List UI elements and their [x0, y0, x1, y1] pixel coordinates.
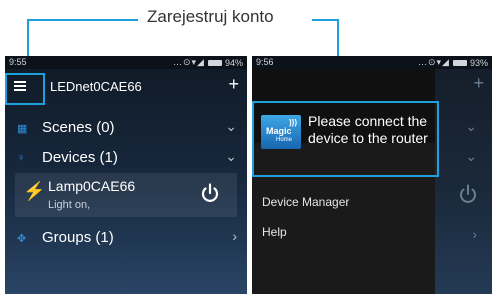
status-bar: 9:56 …⊙▾◢ 93%: [252, 56, 492, 69]
device-status: Light on,: [48, 199, 91, 211]
chevron-right-icon: ›: [232, 228, 237, 244]
chevron-down-icon: ⌄: [465, 148, 477, 164]
highlight-drawer-header: [252, 101, 439, 177]
callout-line: [27, 19, 138, 21]
status-icons: …⊙▾◢ 94%: [173, 57, 243, 68]
drawer-item-help[interactable]: Help: [262, 225, 287, 239]
devices-row[interactable]: ♀ Devices (1) ⌄: [5, 144, 247, 172]
power-icon[interactable]: [199, 182, 221, 204]
device-name: Lamp0CAE66: [48, 178, 136, 194]
status-time: 9:55: [9, 57, 27, 67]
chevron-down-icon: ⌄: [225, 118, 237, 134]
chevron-down-icon: ⌄: [225, 148, 237, 164]
signal-icon: …⊙▾◢: [418, 57, 450, 67]
battery-level: 94%: [224, 57, 243, 68]
add-icon[interactable]: +: [228, 74, 239, 95]
scenes-label: Scenes (0): [42, 119, 115, 136]
scenes-icon: ▦: [17, 123, 28, 135]
battery-icon: [207, 59, 222, 66]
add-icon[interactable]: +: [473, 73, 484, 94]
chevron-right-icon: ›: [472, 226, 477, 242]
callout-label: Zarejestruj konto: [147, 7, 274, 26]
callout-line: [312, 19, 339, 21]
lamp-icon: ⚡: [23, 181, 46, 201]
battery-level: 93%: [469, 57, 488, 68]
app-title: LEDnet0CAE66: [50, 79, 142, 94]
status-bar: 9:55 …⊙▾◢ 94%: [5, 56, 247, 69]
drawer-item-device-manager[interactable]: Device Manager: [262, 195, 349, 209]
bulb-icon: ♀: [17, 152, 26, 164]
status-time: 9:56: [256, 57, 274, 67]
battery-icon: [452, 59, 467, 66]
groups-icon: ✥: [17, 233, 27, 245]
devices-label: Devices (1): [42, 149, 118, 166]
groups-row[interactable]: ✥ Groups (1) ›: [5, 224, 247, 252]
device-card[interactable]: ⚡ Lamp0CAE66 Light on,: [15, 173, 237, 217]
status-icons: …⊙▾◢ 93%: [418, 57, 488, 68]
scenes-row[interactable]: ▦ Scenes (0) ⌄: [5, 114, 247, 142]
chevron-down-icon: ⌄: [465, 118, 477, 134]
highlight-menu-button: [5, 73, 45, 105]
signal-icon: …⊙▾◢: [173, 57, 205, 67]
groups-label: Groups (1): [42, 229, 114, 246]
power-icon: [460, 184, 476, 203]
